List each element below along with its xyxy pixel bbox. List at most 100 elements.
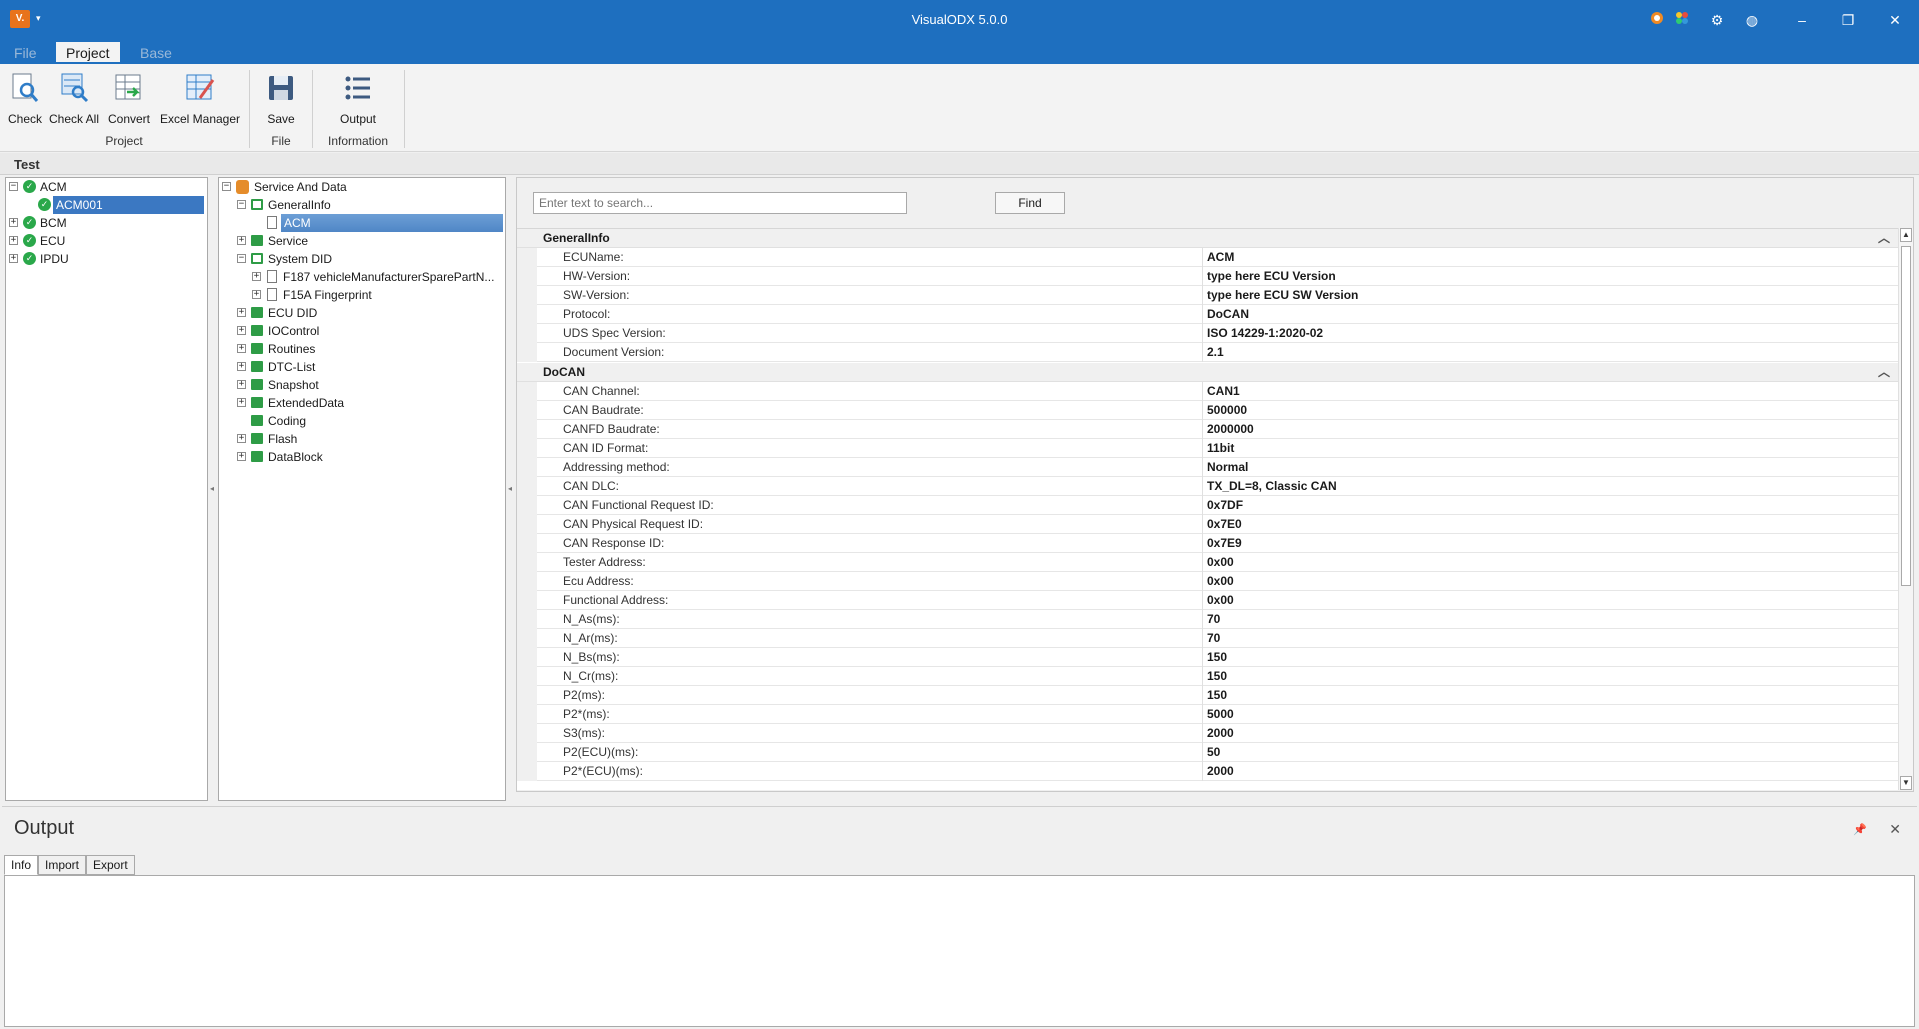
property-value[interactable]: 2.1: [1207, 343, 1224, 361]
language-globe-icon[interactable]: ◍: [1742, 10, 1762, 30]
column-divider[interactable]: [1202, 343, 1203, 362]
expand-toggle-icon[interactable]: +: [237, 380, 246, 389]
expand-toggle-icon[interactable]: +: [252, 290, 261, 299]
tree-item-acm001[interactable]: ✓ ACM001: [6, 196, 206, 214]
tree-item-dtc-list[interactable]: + DTC-List: [219, 358, 504, 376]
property-row[interactable]: CANFD Baudrate: 2000000: [517, 420, 1898, 439]
category-docan[interactable]: DoCAN ︿: [517, 363, 1898, 382]
column-divider[interactable]: [1202, 648, 1203, 667]
column-divider[interactable]: [1202, 439, 1203, 458]
property-value[interactable]: 150: [1207, 667, 1227, 685]
property-row[interactable]: P2(ms): 150: [517, 686, 1898, 705]
property-row[interactable]: N_Bs(ms): 150: [517, 648, 1898, 667]
property-value[interactable]: 0x7E0: [1207, 515, 1242, 533]
property-value[interactable]: 150: [1207, 648, 1227, 666]
column-divider[interactable]: [1202, 591, 1203, 610]
property-row[interactable]: Tester Address: 0x00: [517, 553, 1898, 572]
property-row[interactable]: CAN Channel: CAN1: [517, 382, 1898, 401]
collapse-toggle-icon[interactable]: −: [237, 254, 246, 263]
column-divider[interactable]: [1202, 305, 1203, 324]
tree-item-service-and-data[interactable]: − Service And Data: [219, 178, 504, 196]
category-generalinfo[interactable]: GeneralInfo ︿: [517, 229, 1898, 248]
convert-button[interactable]: Convert: [106, 72, 152, 132]
property-row[interactable]: P2*(ECU)(ms): 2000: [517, 762, 1898, 781]
column-divider[interactable]: [1202, 629, 1203, 648]
restore-button[interactable]: ❐: [1833, 8, 1863, 32]
collapse-toggle-icon[interactable]: −: [237, 200, 246, 209]
close-output-icon[interactable]: ✕: [1889, 821, 1901, 838]
column-divider[interactable]: [1202, 724, 1203, 743]
service-tree[interactable]: − Service And Data − GeneralInfo ACM + S…: [218, 177, 506, 801]
theme-orb-icon[interactable]: [1647, 10, 1667, 30]
pin-icon[interactable]: 📌: [1853, 823, 1867, 836]
property-row[interactable]: CAN Baudrate: 500000: [517, 401, 1898, 420]
column-divider[interactable]: [1202, 705, 1203, 724]
column-divider[interactable]: [1202, 401, 1203, 420]
column-divider[interactable]: [1202, 553, 1203, 572]
check-all-button[interactable]: Check All: [48, 72, 100, 132]
expand-toggle-icon[interactable]: +: [9, 218, 18, 227]
property-value[interactable]: TX_DL=8, Classic CAN: [1207, 477, 1337, 495]
tree-item-service[interactable]: + Service: [219, 232, 504, 250]
property-row[interactable]: N_Ar(ms): 70: [517, 629, 1898, 648]
tree-item-iocontrol[interactable]: + IOControl: [219, 322, 504, 340]
property-row[interactable]: CAN Response ID: 0x7E9: [517, 534, 1898, 553]
scroll-down-icon[interactable]: ▼: [1900, 776, 1912, 790]
property-row[interactable]: ECUName: ACM: [517, 248, 1898, 267]
tree-item-bcm[interactable]: + ✓ BCM: [6, 214, 206, 232]
expand-toggle-icon[interactable]: +: [237, 398, 246, 407]
tab-base[interactable]: Base: [130, 42, 182, 64]
column-divider[interactable]: [1202, 743, 1203, 762]
property-row[interactable]: Ecu Address: 0x00: [517, 572, 1898, 591]
tree-item-acm[interactable]: − ✓ ACM: [6, 178, 206, 196]
search-input[interactable]: [533, 192, 907, 214]
property-row[interactable]: HW-Version: type here ECU Version: [517, 267, 1898, 286]
column-divider[interactable]: [1202, 458, 1203, 477]
property-row[interactable]: P2*(ms): 5000: [517, 705, 1898, 724]
output-tab-import[interactable]: Import: [38, 855, 87, 875]
output-tab-export[interactable]: Export: [86, 855, 135, 875]
tree-item-f187[interactable]: + F187 vehicleManufacturerSparePartN...: [219, 268, 504, 286]
property-row[interactable]: N_Cr(ms): 150: [517, 667, 1898, 686]
expand-toggle-icon[interactable]: +: [237, 362, 246, 371]
property-row[interactable]: CAN DLC: TX_DL=8, Classic CAN: [517, 477, 1898, 496]
property-value[interactable]: 11bit: [1207, 439, 1234, 457]
expand-toggle-icon[interactable]: +: [237, 434, 246, 443]
tree-item-acm[interactable]: ACM: [219, 214, 504, 232]
tree-item-extendeddata[interactable]: + ExtendedData: [219, 394, 504, 412]
property-row[interactable]: P2(ECU)(ms): 50: [517, 743, 1898, 762]
tree-item-datablock[interactable]: + DataBlock: [219, 448, 504, 466]
column-divider[interactable]: [1202, 534, 1203, 553]
column-divider[interactable]: [1202, 610, 1203, 629]
column-divider[interactable]: [1202, 762, 1203, 781]
property-row[interactable]: Addressing method: Normal: [517, 458, 1898, 477]
property-value[interactable]: 2000: [1207, 762, 1234, 780]
tab-file[interactable]: File: [4, 42, 47, 64]
property-value[interactable]: 150: [1207, 686, 1227, 704]
property-value[interactable]: 0x00: [1207, 553, 1234, 571]
collapse-toggle-icon[interactable]: −: [9, 182, 18, 191]
property-value[interactable]: ISO 14229-1:2020-02: [1207, 324, 1323, 342]
property-value[interactable]: 0x00: [1207, 572, 1234, 590]
tree-item-flash[interactable]: + Flash: [219, 430, 504, 448]
property-value[interactable]: DoCAN: [1207, 305, 1249, 323]
tree-item-f15a[interactable]: + F15A Fingerprint: [219, 286, 504, 304]
property-row[interactable]: CAN Functional Request ID: 0x7DF: [517, 496, 1898, 515]
property-value[interactable]: 50: [1207, 743, 1220, 761]
column-divider[interactable]: [1202, 382, 1203, 401]
tab-project[interactable]: Project: [56, 42, 120, 64]
column-divider[interactable]: [1202, 477, 1203, 496]
property-value[interactable]: 2000000: [1207, 420, 1254, 438]
expand-toggle-icon[interactable]: +: [237, 452, 246, 461]
tree-item-generalinfo[interactable]: − GeneralInfo: [219, 196, 504, 214]
close-window-button[interactable]: ✕: [1880, 8, 1910, 32]
minimize-button[interactable]: –: [1787, 8, 1817, 32]
column-divider[interactable]: [1202, 686, 1203, 705]
column-divider[interactable]: [1202, 420, 1203, 439]
property-row[interactable]: SW-Version: type here ECU SW Version: [517, 286, 1898, 305]
property-value[interactable]: 2000: [1207, 724, 1234, 742]
property-value[interactable]: 70: [1207, 610, 1220, 628]
property-value[interactable]: 500000: [1207, 401, 1247, 419]
column-divider[interactable]: [1202, 286, 1203, 305]
property-value[interactable]: 0x00: [1207, 591, 1234, 609]
